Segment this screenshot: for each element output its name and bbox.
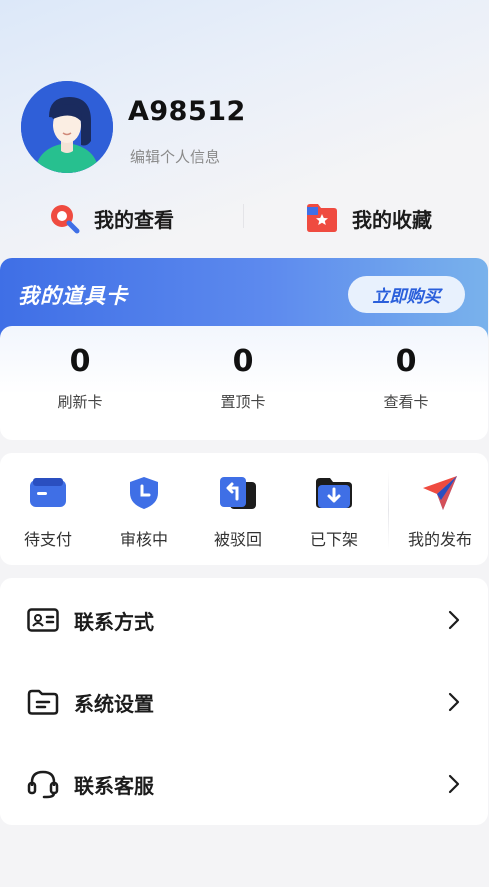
headset-icon	[26, 770, 60, 799]
return-icon	[218, 474, 258, 512]
menu-item-system-settings[interactable]: 系统设置	[0, 674, 488, 730]
menu-item-customer-service-label: 联系客服	[74, 773, 154, 798]
chevron-right-icon	[444, 774, 464, 794]
top-card-label: 置顶卡	[220, 393, 266, 411]
paper-plane-icon	[420, 474, 460, 512]
edit-profile-link[interactable]: 编辑个人信息	[130, 146, 220, 167]
orders-divider	[388, 470, 389, 550]
order-pending-payment[interactable]: 待支付	[0, 474, 96, 550]
username: A98512	[128, 96, 246, 127]
magnifier-icon	[51, 205, 80, 234]
my-posts-label: 我的发布	[407, 530, 472, 549]
wallet-icon	[28, 474, 68, 512]
my-views-button[interactable]: 我的查看	[48, 198, 174, 238]
order-under-review[interactable]: 审核中	[96, 474, 192, 550]
my-views-label: 我的查看	[94, 207, 174, 232]
refresh-card-stat[interactable]: 0 刷新卡	[20, 344, 140, 412]
menu-item-customer-service[interactable]: 联系客服	[0, 756, 488, 812]
download-folder-icon	[314, 474, 354, 512]
shield-clock-icon	[124, 474, 164, 512]
view-card-count: 0	[395, 344, 417, 379]
menu-item-system-settings-label: 系统设置	[74, 691, 154, 716]
menu-item-contact-info[interactable]: 联系方式	[0, 592, 488, 648]
chevron-right-icon	[444, 610, 464, 630]
menu-item-contact-info-label: 联系方式	[74, 609, 154, 634]
my-favorites-label: 我的收藏	[352, 207, 432, 232]
refresh-card-count: 0	[69, 344, 91, 379]
top-card-count: 0	[232, 344, 254, 379]
order-rejected-label: 被驳回	[213, 530, 262, 549]
view-card-stat[interactable]: 0 查看卡	[346, 344, 466, 412]
avatar[interactable]	[21, 81, 113, 173]
chevron-right-icon	[444, 692, 464, 712]
refresh-card-label: 刷新卡	[57, 393, 103, 411]
my-posts[interactable]: 我的发布	[392, 474, 488, 550]
favorites-folder-icon	[307, 204, 337, 232]
quick-links-divider	[243, 204, 244, 228]
my-favorites-button[interactable]: 我的收藏	[306, 198, 432, 238]
buy-now-button[interactable]: 立即购买	[348, 276, 465, 313]
order-rejected[interactable]: 被驳回	[190, 474, 286, 550]
order-under-review-label: 审核中	[119, 530, 168, 549]
order-delisted[interactable]: 已下架	[286, 474, 382, 550]
order-delisted-label: 已下架	[309, 530, 358, 549]
top-card-stat[interactable]: 0 置顶卡	[183, 344, 303, 412]
contact-card-icon	[26, 606, 60, 634]
props-card-title: 我的道具卡	[18, 284, 128, 308]
avatar-illustration-icon	[21, 81, 113, 173]
folder-settings-icon	[26, 688, 60, 716]
order-pending-payment-label: 待支付	[23, 530, 72, 549]
view-card-label: 查看卡	[383, 393, 429, 411]
